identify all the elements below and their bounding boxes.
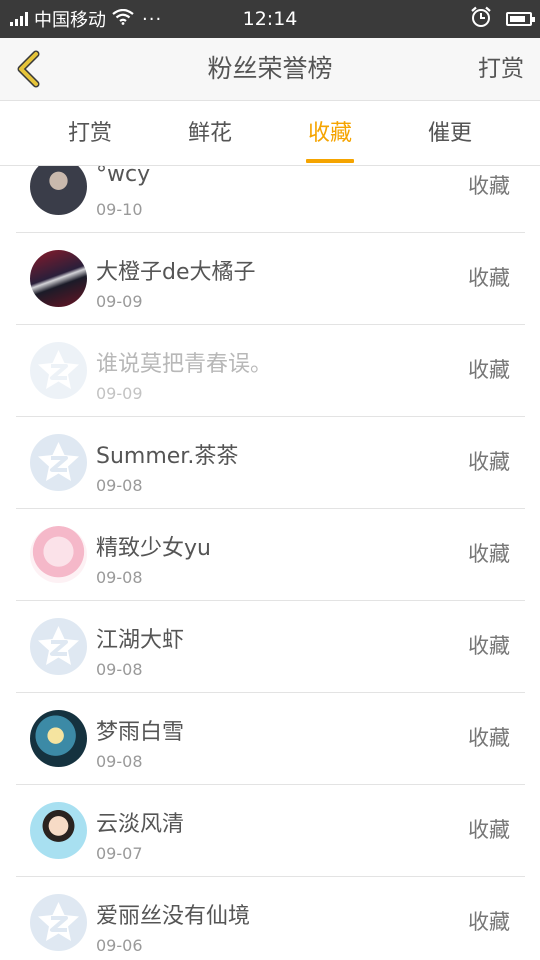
tab-urge[interactable]: 催更: [390, 101, 510, 165]
user-name: 大橙子de大橘子: [96, 260, 256, 285]
item-action-label: 收藏: [468, 818, 510, 842]
list-item[interactable]: 爱丽丝没有仙境 09-06 收藏: [16, 877, 525, 960]
tab-label: 鲜花: [187, 121, 232, 146]
tab-label: 收藏: [307, 121, 352, 146]
status-bar: 中国移动 ··· 12:14: [0, 0, 540, 38]
user-name: 江湖大虾: [96, 628, 185, 653]
user-name: Summer.茶茶: [96, 444, 239, 469]
list-item[interactable]: 大橙子de大橘子 09-09 收藏: [16, 233, 525, 325]
tab-bar: 打赏 鲜花 收藏 催更: [0, 101, 540, 166]
tab-reward[interactable]: 打赏: [30, 101, 150, 165]
avatar: [30, 802, 87, 859]
item-action-label: 收藏: [468, 726, 510, 750]
list-item[interactable]: 梦雨白雪 09-08 收藏: [16, 693, 525, 785]
battery-icon: [506, 12, 535, 26]
avatar: [30, 526, 87, 583]
item-action-label: 收藏: [468, 266, 510, 290]
default-avatar-icon: [38, 442, 79, 481]
active-tab-indicator: [306, 159, 354, 163]
user-name: 梦雨白雪: [96, 720, 185, 745]
nav-header: 粉丝荣誉榜 打赏: [0, 38, 540, 101]
alarm-icon: [470, 6, 492, 32]
avatar: [30, 710, 87, 767]
tab-favorites[interactable]: 收藏: [270, 101, 390, 165]
default-avatar-icon: [38, 902, 79, 941]
list-item[interactable]: 江湖大虾 09-08 收藏: [16, 601, 525, 693]
item-action-label: 收藏: [468, 910, 510, 934]
tab-label: 催更: [427, 121, 472, 146]
user-name: °wcy: [96, 166, 151, 187]
avatar: [30, 166, 87, 215]
avatar: [30, 250, 87, 307]
reward-button[interactable]: 打赏: [478, 38, 524, 100]
default-avatar-icon: [38, 350, 79, 389]
fan-list: °wcy 09-10 收藏 大橙子de大橘子 09-09 收藏 谁说莫把青春误。…: [16, 166, 525, 960]
status-time: 12:14: [242, 8, 298, 30]
item-action-label: 收藏: [468, 450, 510, 474]
item-action-label: 收藏: [468, 634, 510, 658]
list-item[interactable]: 谁说莫把青春误。 09-09 收藏: [16, 325, 525, 417]
item-action-label: 收藏: [468, 174, 510, 198]
item-date: 09-08: [96, 476, 143, 495]
fan-list-viewport[interactable]: °wcy 09-10 收藏 大橙子de大橘子 09-09 收藏 谁说莫把青春误。…: [0, 166, 540, 960]
user-name: 谁说莫把青春误。: [96, 352, 273, 377]
status-right: [470, 0, 535, 38]
item-date: 09-10: [96, 200, 143, 219]
item-action-label: 收藏: [468, 358, 510, 382]
default-avatar-icon: [38, 626, 79, 665]
user-name: 云淡风清: [96, 812, 185, 837]
item-date: 09-09: [96, 384, 143, 403]
tab-flowers[interactable]: 鲜花: [150, 101, 270, 165]
tab-label: 打赏: [67, 121, 112, 146]
item-action-label: 收藏: [468, 542, 510, 566]
list-item[interactable]: 精致少女yu 09-08 收藏: [16, 509, 525, 601]
user-name: 精致少女yu: [96, 536, 211, 561]
avatar: [30, 894, 87, 951]
list-item[interactable]: 云淡风清 09-07 收藏: [16, 785, 525, 877]
item-date: 09-09: [96, 292, 143, 311]
item-date: 09-07: [96, 844, 143, 863]
list-item[interactable]: °wcy 09-10 收藏: [16, 166, 525, 233]
item-date: 09-08: [96, 660, 143, 679]
user-name: 爱丽丝没有仙境: [96, 904, 251, 929]
page-title: 粉丝荣誉榜: [207, 54, 333, 83]
avatar: [30, 342, 87, 399]
avatar: [30, 618, 87, 675]
item-date: 09-08: [96, 568, 143, 587]
item-date: 09-06: [96, 936, 143, 955]
item-date: 09-08: [96, 752, 143, 771]
avatar: [30, 434, 87, 491]
list-item[interactable]: Summer.茶茶 09-08 收藏: [16, 417, 525, 509]
